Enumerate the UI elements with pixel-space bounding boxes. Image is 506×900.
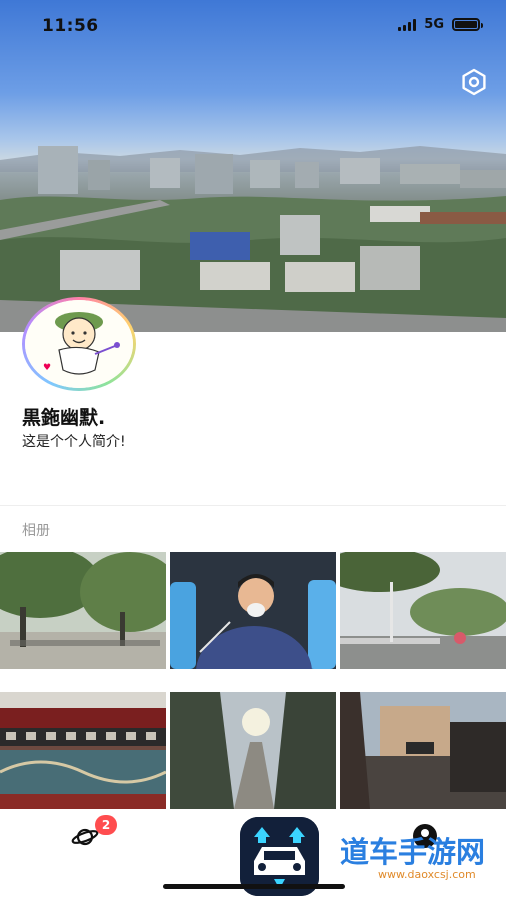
- temple-eaves-photo: [0, 692, 166, 809]
- cover-photo[interactable]: [0, 0, 506, 332]
- settings-button[interactable]: [460, 68, 488, 96]
- avatar[interactable]: ♥: [22, 297, 136, 391]
- watermark-text: 道车手游网: [340, 835, 485, 869]
- cartoon-avatar: ♥: [25, 300, 133, 388]
- hospital-portrait-photo: [170, 552, 336, 669]
- svg-text:♥: ♥: [43, 363, 51, 373]
- album-label: 相册: [22, 523, 50, 539]
- status-icons: 5G: [398, 17, 483, 32]
- gallery-photo[interactable]: [0, 552, 166, 669]
- watermark: 道车手游网 www.daoxcsj.com: [338, 828, 506, 890]
- gallery-photo[interactable]: [340, 552, 506, 669]
- gallery-photo[interactable]: [170, 692, 336, 809]
- park-trees-photo: [0, 552, 166, 669]
- gallery-photo[interactable]: [340, 692, 506, 809]
- photo-gallery: [0, 552, 506, 810]
- notification-badge: 2: [95, 815, 117, 835]
- street-park-photo: [340, 552, 506, 669]
- home-indicator: [163, 884, 345, 889]
- city-skyline-image: [0, 146, 506, 332]
- watermark-subtext: www.daoxcsj.com: [378, 868, 476, 881]
- watermark-logo: 道车手游网 www.daoxcsj.com: [340, 835, 485, 881]
- courtyard-evening-photo: [340, 692, 506, 809]
- gallery-photo[interactable]: [170, 552, 336, 669]
- profile-name: 黒鉇幽默.: [22, 407, 106, 429]
- gallery-photo[interactable]: [0, 692, 166, 809]
- status-time: 11:56: [42, 16, 99, 36]
- profile-bio: 这是个个人简介!: [22, 434, 126, 450]
- network-type: 5G: [424, 17, 444, 32]
- section-divider: [0, 505, 506, 506]
- battery-icon: [452, 18, 483, 31]
- sunlit-alley-photo: [170, 692, 336, 809]
- hexagon-settings-icon: [462, 68, 486, 96]
- signal-icon: [398, 18, 417, 31]
